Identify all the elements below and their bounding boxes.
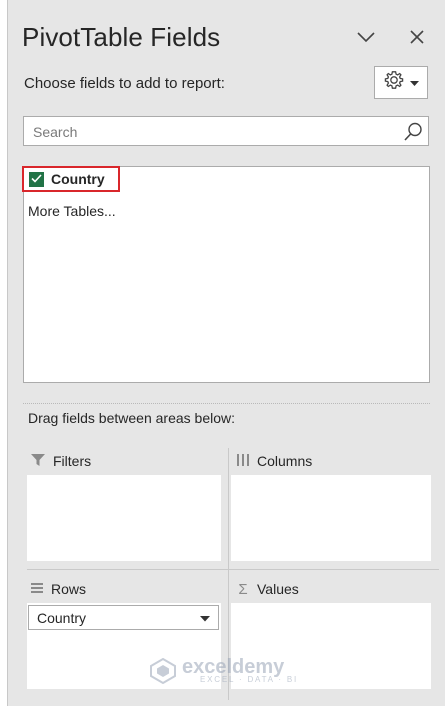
close-icon — [409, 29, 425, 45]
more-tables-link[interactable]: More Tables... — [28, 203, 116, 219]
gear-icon — [384, 70, 404, 95]
values-label: Values — [257, 581, 299, 597]
watermark-name: exceldemy — [182, 656, 285, 678]
check-icon — [31, 170, 42, 188]
drag-fields-label: Drag fields between areas below: — [28, 410, 236, 426]
field-checkbox[interactable] — [29, 170, 44, 188]
tools-button[interactable] — [374, 66, 428, 99]
values-header: Σ Values — [236, 577, 299, 601]
columns-area: Columns — [231, 449, 432, 563]
sigma-icon: Σ — [238, 580, 248, 598]
search-icon[interactable] — [402, 121, 424, 148]
filter-icon — [30, 453, 46, 470]
columns-header: Columns — [236, 449, 312, 473]
watermark-logo: exceldemy EXCEL · DATA · BI — [150, 657, 298, 684]
pane-title: PivotTable Fields — [22, 22, 221, 52]
areas-divider-horizontal — [27, 569, 439, 570]
caret-down-icon — [409, 74, 419, 92]
field-list: Country More Tables... — [22, 166, 430, 383]
filters-header: Filters — [30, 449, 91, 473]
section-divider — [23, 403, 430, 404]
caret-down-icon[interactable] — [200, 609, 210, 627]
field-item-country[interactable]: Country — [22, 166, 120, 192]
rows-field-label: Country — [37, 609, 87, 626]
logo-icon — [150, 657, 176, 684]
pivottable-fields-pane: PivotTable Fields Choose fields to add t… — [8, 0, 445, 706]
columns-icon — [236, 453, 250, 470]
rows-header: Rows — [30, 577, 86, 601]
filters-label: Filters — [53, 453, 92, 469]
pane-options-button[interactable] — [353, 24, 379, 50]
filters-drop-zone[interactable] — [27, 475, 221, 561]
search-box[interactable] — [23, 116, 429, 146]
rows-field-country[interactable]: Country — [28, 605, 219, 630]
choose-fields-label: Choose fields to add to report: — [24, 75, 225, 92]
worksheet-edge — [0, 0, 8, 706]
columns-drop-zone[interactable] — [231, 475, 431, 561]
chevron-down-icon — [356, 31, 376, 43]
filters-area: Filters — [27, 449, 222, 563]
rows-icon — [30, 581, 44, 597]
close-pane-button[interactable] — [404, 24, 430, 50]
watermark-tagline: EXCEL · DATA · BI — [200, 675, 299, 684]
columns-label: Columns — [257, 453, 313, 469]
rows-label: Rows — [51, 581, 87, 597]
search-input[interactable] — [31, 121, 395, 143]
field-label: Country — [51, 171, 105, 187]
